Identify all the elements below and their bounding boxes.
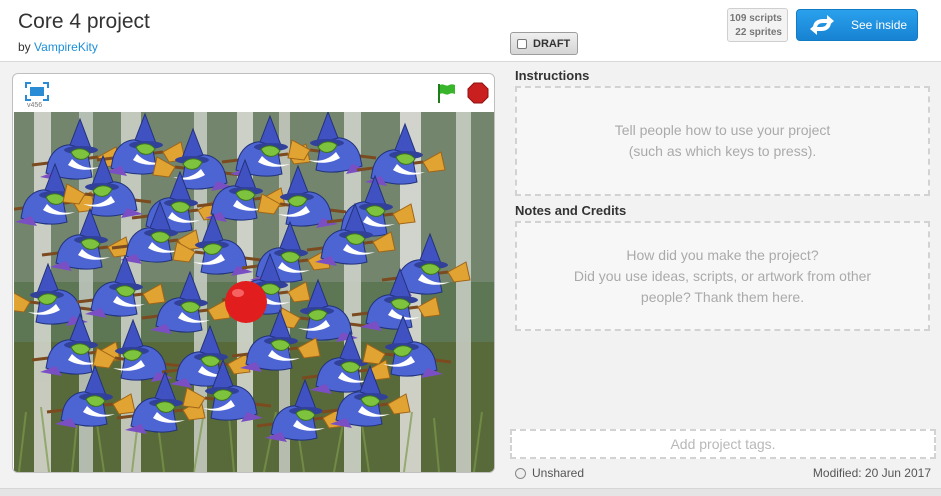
notes-placeholder-line2: Did you use ideas, scripts, or artwork f… xyxy=(573,267,872,284)
project-page: Core 4 project by VampireKity DRAFT 109 … xyxy=(0,0,941,496)
by-label: by xyxy=(18,40,31,54)
see-inside-label: See inside xyxy=(851,18,908,32)
draft-label: DRAFT xyxy=(533,37,571,50)
project-stage[interactable] xyxy=(14,112,494,472)
notes-textarea[interactable]: How did you make the project? Did you us… xyxy=(515,221,930,331)
author-link[interactable]: VampireKity xyxy=(34,40,98,54)
instructions-textarea[interactable]: Tell people how to use your project (suc… xyxy=(515,86,930,196)
see-inside-button[interactable]: See inside xyxy=(796,9,918,41)
notes-title: Notes and Credits xyxy=(515,203,627,218)
byline: by VampireKity xyxy=(18,40,98,54)
fullscreen-icon[interactable] xyxy=(25,82,49,101)
project-player: v456 xyxy=(12,73,495,473)
instructions-placeholder-line2: (such as which keys to press). xyxy=(628,143,817,159)
draft-toggle[interactable]: DRAFT xyxy=(510,32,578,55)
player-version: v456 xyxy=(27,102,43,109)
sharing-label: Unshared xyxy=(532,466,585,480)
notes-placeholder-line3: people? Thank them here. xyxy=(640,288,805,305)
instructions-placeholder-line1: Tell people how to use your project xyxy=(614,122,831,138)
stop-icon[interactable] xyxy=(467,82,489,104)
green-flag-icon[interactable] xyxy=(435,82,457,104)
tags-input[interactable]: Add project tags. xyxy=(510,429,936,459)
page-bottom-strip xyxy=(0,488,941,496)
project-details: Instructions Tell people how to use your… xyxy=(510,63,941,487)
tags-placeholder: Add project tags. xyxy=(670,436,776,452)
instructions-title: Instructions xyxy=(515,68,590,83)
modified-date: Modified: 20 Jun 2017 xyxy=(812,466,931,480)
project-header: Core 4 project by VampireKity DRAFT 109 … xyxy=(0,0,941,62)
sprites-count: 22 sprites xyxy=(735,27,782,38)
unshared-indicator-icon xyxy=(515,467,526,479)
project-stats: 109 scripts 22 sprites xyxy=(727,8,788,42)
draft-checkbox[interactable] xyxy=(517,38,527,49)
stage-image xyxy=(14,112,494,472)
project-title[interactable]: Core 4 project xyxy=(18,10,150,34)
player-controls: v456 xyxy=(13,74,494,112)
notes-placeholder-line1: How did you make the project? xyxy=(626,246,819,263)
remix-arrows-icon xyxy=(810,15,834,35)
sharing-status: Unshared xyxy=(515,466,584,480)
scripts-count: 109 scripts xyxy=(729,13,782,24)
